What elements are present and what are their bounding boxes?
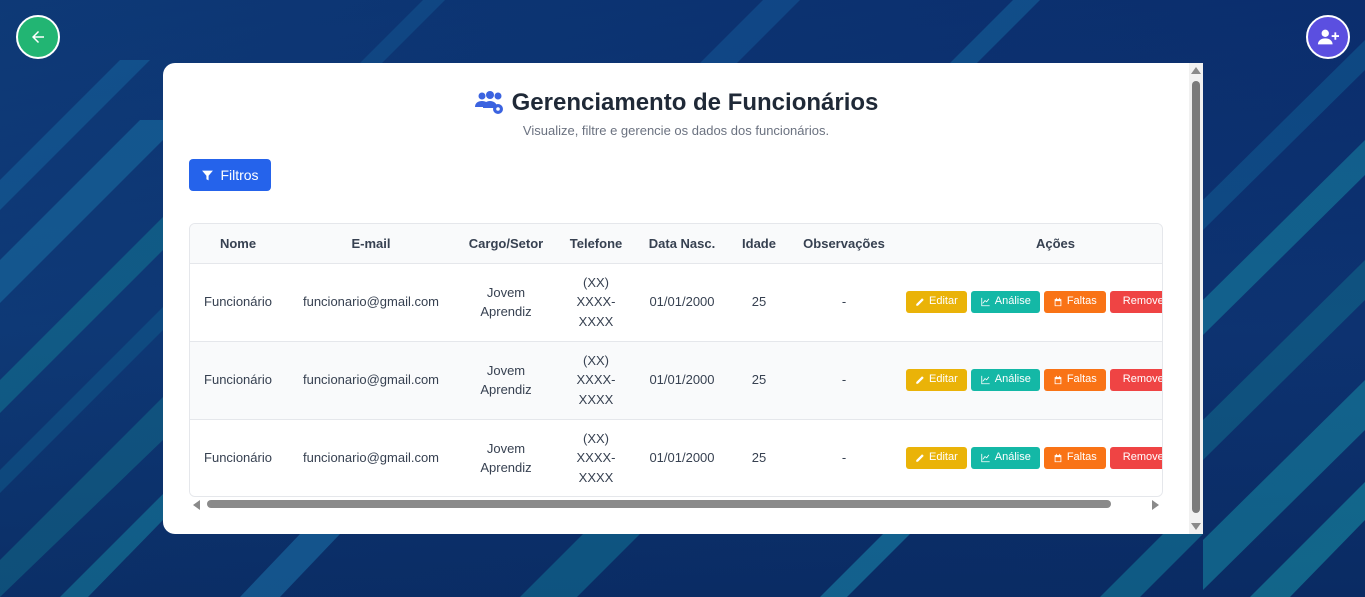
chart-line-icon (981, 297, 990, 307)
employee-management-card: Gerenciamento de Funcionários Visualize,… (163, 63, 1203, 534)
remove-button-label: Remover (1122, 451, 1163, 464)
calendar-icon (1054, 453, 1062, 463)
cell-cargo: Jovem Aprendiz (456, 341, 556, 420)
table-row: Funcionário funcionario@gmail.com Jovem … (190, 341, 1163, 420)
cell-idade: 25 (728, 341, 790, 420)
cell-cargo: Jovem Aprendiz (456, 419, 556, 496)
horizontal-scrollbar[interactable] (189, 497, 1163, 511)
cell-idade: 25 (728, 263, 790, 342)
remove-button[interactable]: Remover (1109, 291, 1163, 313)
edit-button[interactable]: Editar (906, 291, 967, 313)
calendar-icon (1054, 297, 1062, 307)
scroll-up-icon[interactable] (1191, 67, 1201, 74)
absences-button[interactable]: Faltas (1043, 369, 1106, 391)
cell-observacoes: - (790, 263, 898, 342)
edit-icon (916, 454, 924, 462)
calendar-icon (1054, 375, 1062, 385)
page-title: Gerenciamento de Funcionários (511, 89, 879, 116)
column-header-cargo: Cargo/Setor (456, 224, 556, 264)
edit-button[interactable]: Editar (906, 369, 967, 391)
cell-email: funcionario@gmail.com (286, 419, 456, 496)
cell-telefone: (XX) XXXX-XXXX (556, 341, 636, 420)
back-button[interactable] (16, 15, 60, 59)
page-subtitle: Visualize, filtre e gerencie os dados do… (522, 123, 830, 138)
absences-button-label: Faltas (1066, 373, 1097, 386)
cell-acoes: Editar Análise Faltas Remover (898, 263, 1163, 342)
scroll-left-icon[interactable] (193, 500, 200, 510)
edit-button-label: Editar (929, 295, 958, 308)
remove-button-label: Remover (1122, 295, 1163, 308)
analysis-button[interactable]: Análise (970, 447, 1040, 469)
column-header-data-nasc: Data Nasc. (636, 224, 728, 264)
filter-icon (202, 170, 214, 180)
cell-nome: Funcionário (190, 341, 286, 420)
user-plus-icon (1317, 29, 1339, 45)
absences-button-label: Faltas (1066, 295, 1097, 308)
edit-button[interactable]: Editar (906, 447, 967, 469)
analysis-button-label: Análise (994, 295, 1031, 308)
cell-observacoes: - (790, 419, 898, 496)
cell-telefone: (XX) XXXX-XXXX (556, 263, 636, 342)
arrow-left-icon (32, 31, 44, 43)
employees-table: Nome E-mail Cargo/Setor Telefone Data Na… (190, 224, 1163, 496)
analysis-button[interactable]: Análise (970, 291, 1040, 313)
column-header-observacoes: Observações (790, 224, 898, 264)
scroll-down-icon[interactable] (1191, 523, 1201, 530)
cell-cargo: Jovem Aprendiz (456, 263, 556, 342)
cell-data-nasc: 01/01/2000 (636, 341, 728, 420)
column-header-email: E-mail (286, 224, 456, 264)
cell-observacoes: - (790, 341, 898, 420)
analysis-button-label: Análise (994, 373, 1031, 386)
edit-button-label: Editar (929, 373, 958, 386)
column-header-telefone: Telefone (556, 224, 636, 264)
edit-icon (916, 298, 924, 306)
cell-acoes: Editar Análise Faltas Remover (898, 341, 1163, 420)
cell-idade: 25 (728, 419, 790, 496)
remove-button-label: Remover (1122, 373, 1163, 386)
users-cog-icon (474, 91, 503, 114)
add-user-button[interactable] (1306, 15, 1350, 59)
cell-nome: Funcionário (190, 419, 286, 496)
table-header-row: Nome E-mail Cargo/Setor Telefone Data Na… (190, 224, 1162, 264)
remove-button[interactable]: Remover (1109, 447, 1163, 469)
chart-line-icon (981, 375, 990, 385)
employees-table-container: Nome E-mail Cargo/Setor Telefone Data Na… (189, 223, 1163, 497)
edit-icon (916, 376, 924, 384)
absences-button[interactable]: Faltas (1043, 447, 1106, 469)
cell-email: funcionario@gmail.com (286, 341, 456, 420)
column-header-idade: Idade (728, 224, 790, 264)
cell-data-nasc: 01/01/2000 (636, 263, 728, 342)
cell-telefone: (XX) XXXX-XXXX (556, 419, 636, 496)
cell-nome: Funcionário (190, 263, 286, 342)
scroll-right-icon[interactable] (1152, 500, 1159, 510)
column-header-nome: Nome (190, 224, 286, 264)
horizontal-scroll-thumb[interactable] (207, 500, 1111, 508)
remove-button[interactable]: Remover (1109, 369, 1163, 391)
column-header-acoes: Ações (898, 224, 1162, 264)
cell-acoes: Editar Análise Faltas Remover (898, 419, 1163, 496)
edit-button-label: Editar (929, 451, 958, 464)
filters-button-label: Filtros (220, 167, 259, 183)
cell-email: funcionario@gmail.com (286, 263, 456, 342)
analysis-button-label: Análise (994, 451, 1031, 464)
vertical-scrollbar[interactable] (1189, 63, 1203, 534)
table-row: Funcionário funcionario@gmail.com Jovem … (190, 263, 1163, 342)
absences-button-label: Faltas (1066, 451, 1097, 464)
filters-button[interactable]: Filtros (189, 159, 271, 191)
analysis-button[interactable]: Análise (970, 369, 1040, 391)
vertical-scroll-thumb[interactable] (1192, 81, 1200, 513)
chart-line-icon (981, 453, 990, 463)
absences-button[interactable]: Faltas (1043, 291, 1106, 313)
table-row: Funcionário funcionario@gmail.com Jovem … (190, 419, 1163, 496)
page-header: Gerenciamento de Funcionários (163, 89, 1189, 117)
cell-data-nasc: 01/01/2000 (636, 419, 728, 496)
